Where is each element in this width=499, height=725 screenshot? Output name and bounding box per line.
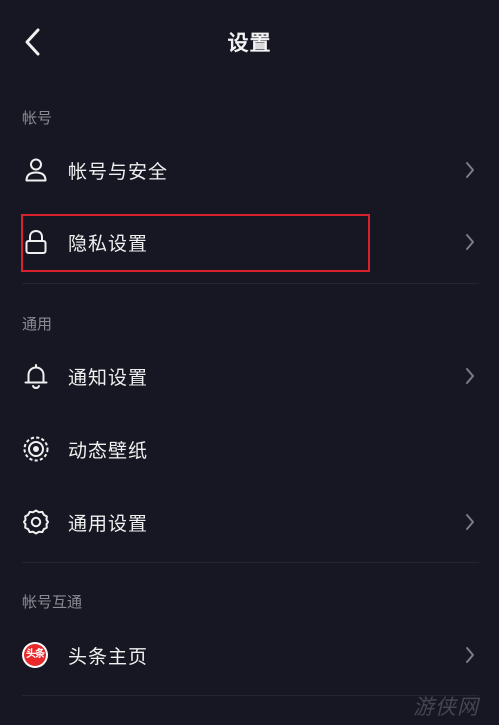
menu-item-privacy-settings[interactable]: 隐私设置	[0, 214, 499, 270]
section-header-account-linking: 帐号互通	[22, 593, 83, 611]
menu-item-label: 通用设置	[68, 513, 149, 535]
toutiao-logo-icon: 头条	[22, 642, 48, 668]
section-divider	[22, 283, 479, 284]
chevron-right-icon	[466, 162, 474, 178]
menu-item-label: 隐私设置	[68, 233, 149, 255]
chevron-right-icon	[466, 647, 474, 663]
section-header-account: 帐号	[22, 109, 53, 127]
section-divider	[22, 562, 479, 563]
section-header-general: 通用	[22, 315, 53, 333]
top-bar: 设置	[0, 0, 499, 84]
bell-icon	[24, 364, 48, 390]
watermark-text: 游侠网	[413, 695, 479, 719]
lock-icon	[25, 229, 47, 254]
chevron-right-icon	[466, 368, 474, 384]
section-divider	[22, 695, 479, 696]
chevron-right-icon	[466, 514, 474, 530]
menu-item-label: 帐号与安全	[68, 161, 169, 183]
menu-item-toutiao-homepage[interactable]: 头条主页	[0, 627, 499, 683]
page-title: 设置	[227, 31, 272, 55]
menu-item-account-security[interactable]: 帐号与安全	[0, 142, 499, 198]
menu-item-label: 通知设置	[68, 367, 149, 389]
gear-icon	[23, 509, 49, 535]
menu-item-label: 动态壁纸	[68, 440, 149, 462]
live-wallpaper-icon	[23, 436, 49, 462]
settings-screen: 设置 帐号 帐号与安全 隐私设置 通用 通知设置 动态壁纸 通用设置 帐号互通 …	[0, 0, 499, 725]
menu-item-general-settings[interactable]: 通用设置	[0, 494, 499, 550]
menu-item-live-wallpaper[interactable]: 动态壁纸	[0, 421, 499, 477]
menu-item-notification-settings[interactable]: 通知设置	[0, 348, 499, 404]
watermark-logo: 游侠网	[413, 689, 489, 721]
user-icon	[25, 158, 47, 182]
chevron-right-icon	[466, 234, 474, 250]
toutiao-badge-text: 头条	[24, 644, 46, 666]
menu-item-label: 头条主页	[68, 646, 149, 668]
